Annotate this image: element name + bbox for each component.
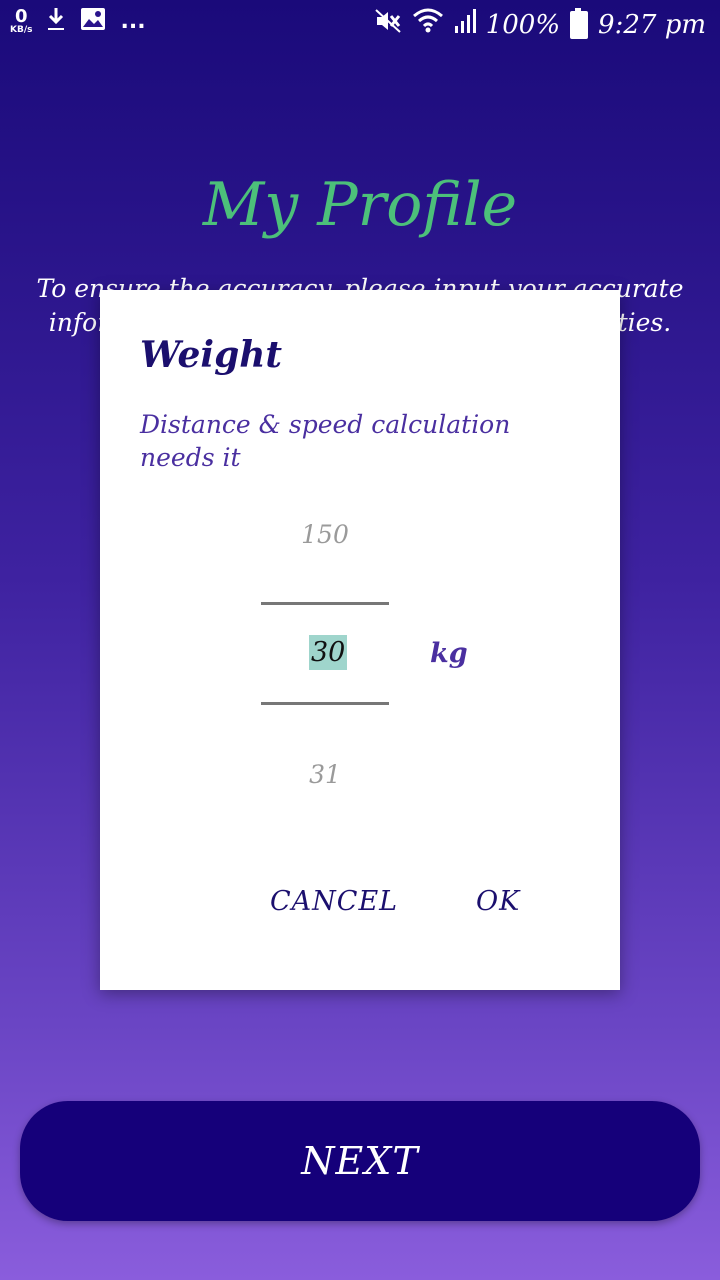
picker-divider-bottom	[261, 702, 389, 705]
picker-value-above[interactable]: 150	[260, 520, 390, 549]
next-button[interactable]: NEXT	[20, 1101, 700, 1221]
weight-unit-label: kg	[430, 638, 468, 669]
picker-divider-top	[261, 602, 389, 605]
ok-button[interactable]: OK	[476, 886, 520, 917]
weight-dialog: Weight Distance & speed calculation need…	[100, 290, 620, 990]
weight-number-picker[interactable]: 150 30 31	[260, 510, 390, 830]
dialog-scrim[interactable]: Weight Distance & speed calculation need…	[0, 0, 720, 1280]
dialog-message: Distance & speed calculation needs it	[140, 410, 511, 472]
cancel-button[interactable]: CANCEL	[270, 886, 398, 917]
dialog-title: Weight	[140, 334, 283, 376]
picker-current-value[interactable]: 30	[309, 635, 348, 670]
picker-value-below[interactable]: 31	[260, 760, 390, 789]
